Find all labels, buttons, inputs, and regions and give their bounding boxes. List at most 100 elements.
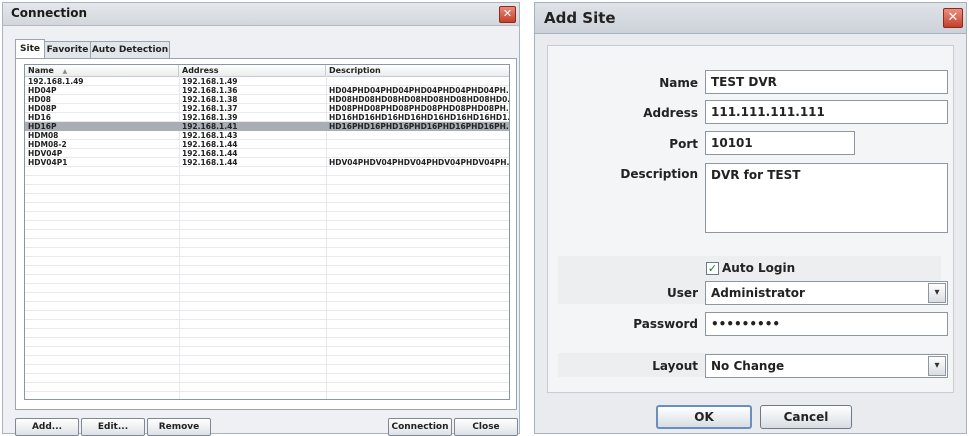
name-label: Name [659, 76, 698, 90]
column-header-description[interactable]: Description [326, 65, 509, 76]
row-gridline [25, 364, 509, 365]
site-tab-panel: Name ▲ Address Description 192.168.1.49 1… [15, 58, 517, 410]
cell-name: HD16P [28, 122, 57, 131]
row-gridline [25, 211, 509, 212]
cell-address: 192.168.1.49 [182, 77, 238, 86]
cell-address: 192.168.1.44 [182, 149, 238, 158]
address-label: Address [643, 106, 698, 120]
cell-address: 192.168.1.39 [182, 113, 238, 122]
connection-window: Connection ✕ Site Favorite Auto Detectio… [2, 2, 520, 436]
remove-button[interactable]: Remove [147, 418, 211, 436]
cell-description [326, 131, 509, 140]
row-gridline [25, 283, 509, 284]
cancel-button[interactable]: Cancel [760, 405, 852, 429]
cell-address: 192.168.1.41 [182, 122, 238, 131]
row-gridline [25, 274, 509, 275]
cell-name: HDV04P [28, 149, 63, 158]
user-label: User [667, 286, 698, 300]
table-row[interactable]: HD04P 192.168.1.36 HD04PHD04PHD04PHD04PHD0… [25, 86, 509, 95]
row-gridline [25, 328, 509, 329]
row-gridline [25, 355, 509, 356]
add-button[interactable]: Add... [15, 418, 79, 436]
table-row[interactable]: HD16 192.168.1.39 HD16HD16HD16HD16HD16HD16… [25, 113, 509, 122]
layout-select[interactable]: No Change ▾ [705, 354, 948, 378]
row-gridline [25, 391, 509, 392]
port-field[interactable]: 10101 [705, 131, 855, 155]
cell-address: 192.168.1.43 [182, 131, 238, 140]
site-list[interactable]: Name ▲ Address Description 192.168.1.49 1… [24, 64, 510, 400]
table-row[interactable]: HDM08-2 192.168.1.44 [25, 140, 509, 149]
cell-name: HD08P [28, 104, 57, 113]
row-gridline [25, 292, 509, 293]
cell-name: HDV04P1 [28, 158, 68, 167]
checkmark-icon: ✓ [707, 262, 718, 275]
auto-login-label[interactable]: Auto Login [722, 261, 795, 275]
row-gridline [25, 337, 509, 338]
cell-address: 192.168.1.44 [182, 158, 238, 167]
close-icon[interactable]: ✕ [499, 6, 516, 23]
connection-titlebar[interactable]: Connection ✕ [3, 3, 519, 26]
connection-button[interactable]: Connection [388, 418, 452, 436]
user-select-value: Administrator [711, 286, 805, 300]
table-row[interactable]: HDV04P1 192.168.1.44 HDV04PHDV04PHDV04PHDV… [25, 158, 509, 167]
row-gridline [25, 265, 509, 266]
column-header-name[interactable]: Name ▲ [25, 65, 179, 76]
tab-auto-detection[interactable]: Auto Detection [90, 41, 170, 58]
add-site-form: Name TEST DVR Address 111.111.111.111 Po… [547, 45, 954, 393]
table-row[interactable]: 192.168.1.49 192.168.1.49 [25, 77, 509, 86]
password-label: Password [633, 317, 698, 331]
cell-description [326, 140, 509, 149]
description-field[interactable]: DVR for TEST [705, 163, 948, 233]
tab-favorite[interactable]: Favorite [44, 41, 91, 58]
row-gridline [25, 184, 509, 185]
table-row[interactable]: HD08P 192.168.1.37 HD08PHD08PHD08PHD08PHD0… [25, 104, 509, 113]
close-icon[interactable]: ✕ [943, 8, 963, 28]
row-gridline [25, 301, 509, 302]
add-site-titlebar[interactable]: Add Site ✕ [535, 3, 966, 34]
user-select[interactable]: Administrator ▾ [705, 281, 948, 305]
cell-address: 192.168.1.36 [182, 86, 238, 95]
close-button[interactable]: Close [454, 418, 518, 436]
table-row[interactable]: HD16P 192.168.1.41 HD16PHD16PHD16PHD16PHD1… [25, 122, 509, 131]
table-row[interactable]: HD08 192.168.1.38 HD08HD08HD08HD08HD08HD08… [25, 95, 509, 104]
connection-title: Connection [11, 6, 88, 20]
name-field[interactable]: TEST DVR [705, 70, 948, 94]
cell-description [326, 149, 509, 158]
sort-ascending-icon: ▲ [62, 68, 68, 75]
password-field[interactable]: ••••••••• [705, 312, 948, 336]
layout-label: Layout [652, 359, 698, 373]
cell-address: 192.168.1.44 [182, 140, 238, 149]
cell-name: HDM08-2 [28, 140, 67, 149]
cell-description: HD08HD08HD08HD08HD08HD08HD08HD0... [329, 95, 510, 104]
cell-description: HD04PHD04PHD04PHD04PHD04PHD04PH... [329, 86, 510, 95]
tab-site[interactable]: Site [15, 39, 45, 58]
edit-button[interactable]: Edit... [81, 418, 145, 436]
cell-name: HD04P [28, 86, 57, 95]
row-gridline [25, 346, 509, 347]
row-gridline [25, 373, 509, 374]
add-site-dialog: Add Site ✕ Name TEST DVR Address 111.111… [534, 2, 967, 434]
chevron-down-icon[interactable]: ▾ [928, 283, 946, 303]
cell-name: HD16 [28, 113, 51, 122]
table-row[interactable]: HDM08 192.168.1.43 [25, 131, 509, 140]
cell-description: HDV04PHDV04PHDV04PHDV04PHDV04PH... [329, 158, 510, 167]
column-header-address[interactable]: Address [179, 65, 326, 76]
cell-description: HD08PHD08PHD08PHD08PHD08PHD08PH... [329, 104, 510, 113]
port-label: Port [669, 137, 698, 151]
ok-button[interactable]: OK [656, 405, 752, 429]
add-site-title: Add Site [544, 9, 616, 27]
row-gridline [25, 238, 509, 239]
column-header-name-label: Name [28, 66, 54, 75]
cell-name: HDM08 [28, 131, 59, 140]
row-gridline [25, 310, 509, 311]
cell-address: 192.168.1.37 [182, 104, 238, 113]
cell-description: HD16PHD16PHD16PHD16PHD16PHD16PH... [329, 122, 510, 131]
auto-login-checkbox[interactable]: ✓ [706, 262, 719, 275]
cell-description: HD16HD16HD16HD16HD16HD16HD16HD1... [329, 113, 510, 122]
row-gridline [25, 382, 509, 383]
table-row[interactable]: HDV04P 192.168.1.44 [25, 149, 509, 158]
address-field[interactable]: 111.111.111.111 [705, 100, 948, 124]
chevron-down-icon[interactable]: ▾ [928, 356, 946, 376]
row-gridline [25, 175, 509, 176]
row-gridline [25, 202, 509, 203]
